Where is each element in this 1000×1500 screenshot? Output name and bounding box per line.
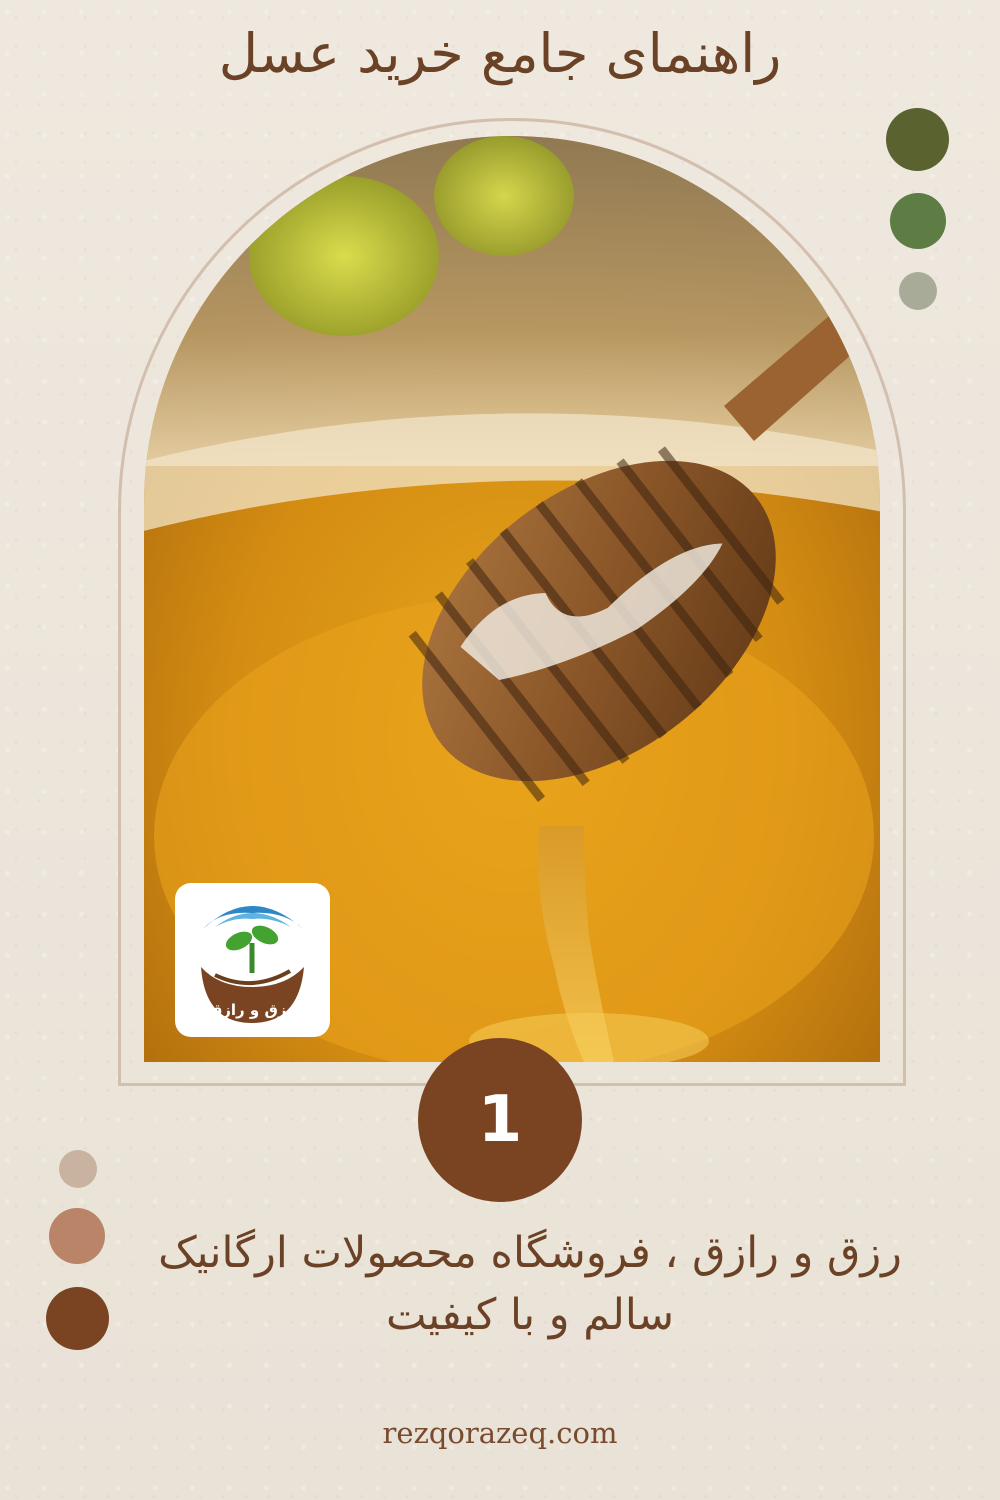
step-number-badge: 1 xyxy=(418,1038,582,1202)
website-url: rezqorazeq.com xyxy=(382,1416,618,1450)
palette-dot-rose-brown xyxy=(49,1208,105,1264)
brand-logo: رزق و رازق xyxy=(175,883,330,1037)
palette-dot-light-tan xyxy=(59,1150,97,1188)
subtitle-line-2: سالم و با کیفیت xyxy=(385,1290,675,1340)
palette-dot-sage xyxy=(899,272,937,310)
logo-text: رزق و رازق xyxy=(209,1001,295,1019)
subtitle-line-1: رزق و رازق ، فروشگاه محصولات ارگانیک xyxy=(158,1228,902,1278)
step-number: 1 xyxy=(477,1083,523,1157)
subtitle: رزق و رازق ، فروشگاه محصولات ارگانیک سال… xyxy=(120,1222,940,1346)
palette-dot-dark-brown xyxy=(46,1287,109,1350)
page-title: راهنمای جامع خرید عسل xyxy=(218,22,782,85)
palette-dot-dark-olive xyxy=(886,108,949,171)
palette-dot-green xyxy=(890,193,946,249)
